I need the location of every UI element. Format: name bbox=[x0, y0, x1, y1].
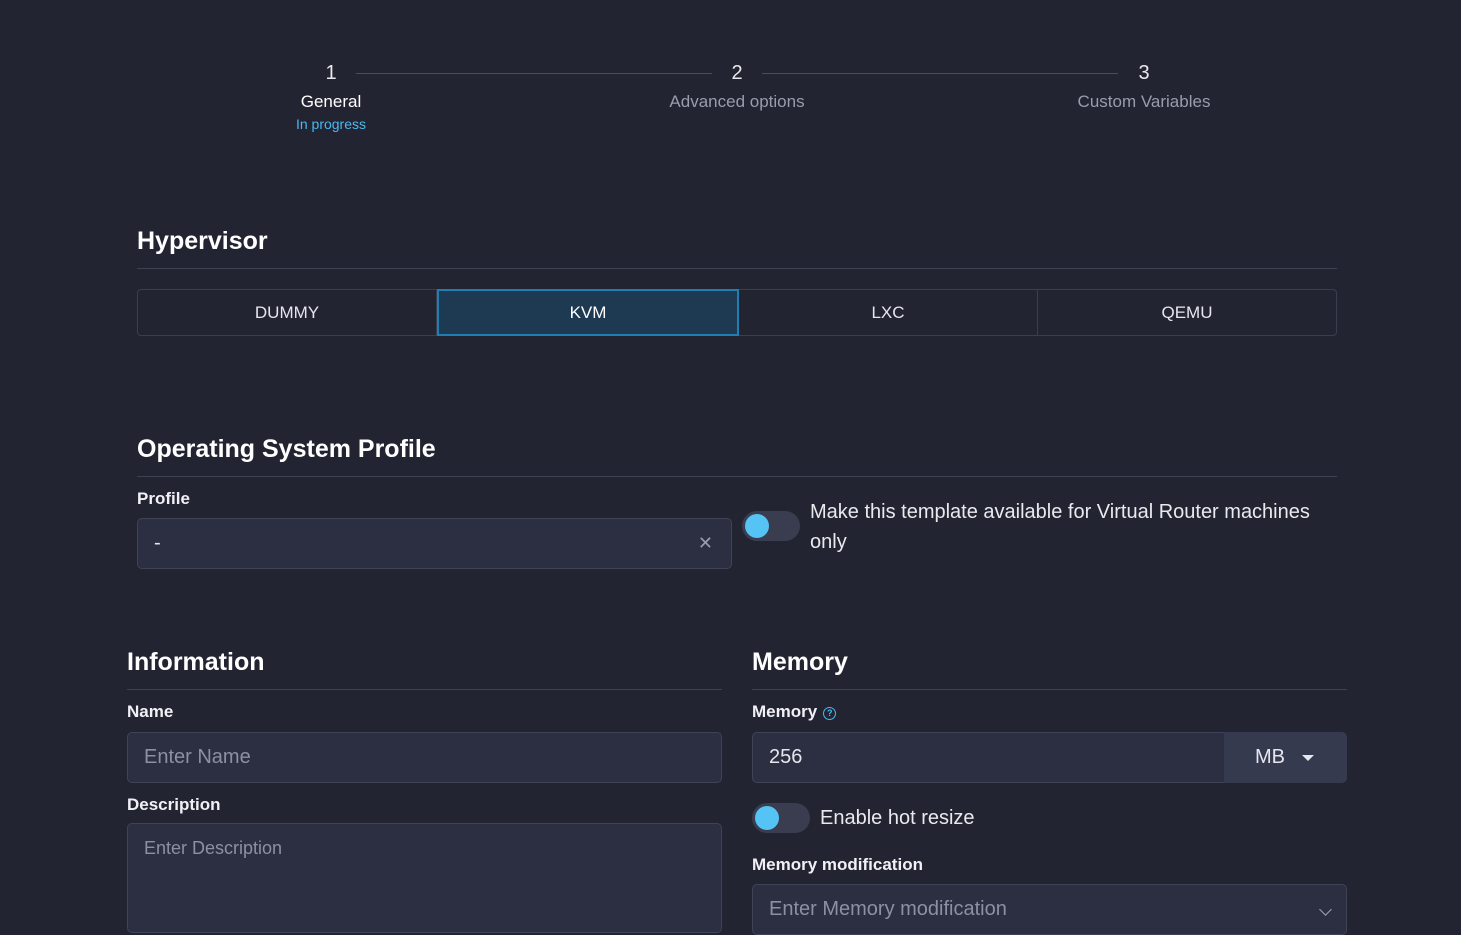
memory-input[interactable]: 256 bbox=[752, 732, 1225, 783]
name-input[interactable]: Enter Name bbox=[127, 732, 722, 783]
vrouter-toggle-label: Make this template available for Virtual… bbox=[810, 501, 1310, 553]
caret-down-icon bbox=[1302, 754, 1314, 761]
step-label: General bbox=[300, 92, 362, 111]
description-textarea[interactable]: Enter Description bbox=[127, 823, 722, 933]
name-placeholder: Enter Name bbox=[144, 746, 251, 768]
hot-resize-toggle[interactable] bbox=[752, 803, 810, 833]
information-title: Information bbox=[127, 648, 265, 676]
os-profile-title: Operating System Profile bbox=[137, 435, 436, 463]
hypervisor-option-kvm[interactable]: KVM bbox=[437, 289, 739, 336]
step-advanced-options[interactable]: 2 Advanced options bbox=[587, 60, 887, 112]
step-number: 3 bbox=[1138, 62, 1150, 84]
vrouter-toggle[interactable] bbox=[742, 511, 800, 541]
hypervisor-option-lxc[interactable]: LXC bbox=[739, 290, 1038, 335]
memory-label-text: Memory bbox=[752, 702, 818, 721]
memory-label: Memory? bbox=[752, 702, 837, 722]
memory-value: 256 bbox=[769, 746, 803, 768]
hypervisor-option-dummy[interactable]: DUMMY bbox=[138, 290, 437, 335]
step-custom-variables[interactable]: 3 Custom Variables bbox=[994, 60, 1294, 112]
memory-modification-placeholder: Enter Memory modification bbox=[769, 898, 1007, 920]
profile-select[interactable]: - ✕ bbox=[137, 518, 732, 569]
help-icon[interactable]: ? bbox=[823, 707, 837, 720]
hypervisor-title: Hypervisor bbox=[137, 227, 268, 255]
memory-modification-select[interactable]: Enter Memory modification bbox=[752, 884, 1347, 935]
divider bbox=[127, 689, 722, 690]
step-general[interactable]: 1 General In progress bbox=[181, 60, 481, 132]
step-label: Custom Variables bbox=[1077, 92, 1211, 111]
hypervisor-selector: DUMMY KVM LXC QEMU bbox=[137, 289, 1337, 336]
profile-label: Profile bbox=[137, 489, 190, 508]
memory-unit-select[interactable]: MB bbox=[1224, 732, 1347, 783]
divider bbox=[137, 476, 1337, 477]
divider bbox=[752, 689, 1347, 690]
divider bbox=[137, 268, 1337, 269]
toggle-knob bbox=[745, 514, 769, 538]
memory-unit-value: MB bbox=[1255, 746, 1285, 768]
hot-resize-label: Enable hot resize bbox=[820, 807, 975, 829]
name-label: Name bbox=[127, 702, 174, 721]
chevron-down-icon bbox=[1319, 903, 1332, 916]
step-label: Advanced options bbox=[669, 92, 805, 111]
description-label: Description bbox=[127, 795, 221, 814]
profile-value: - bbox=[154, 532, 161, 554]
clear-icon[interactable]: ✕ bbox=[698, 533, 713, 554]
toggle-knob bbox=[755, 806, 779, 830]
hypervisor-option-qemu[interactable]: QEMU bbox=[1038, 290, 1336, 335]
step-status: In progress bbox=[295, 116, 367, 132]
memory-modification-label: Memory modification bbox=[752, 855, 923, 874]
description-placeholder: Enter Description bbox=[144, 838, 283, 858]
memory-title: Memory bbox=[752, 648, 848, 676]
